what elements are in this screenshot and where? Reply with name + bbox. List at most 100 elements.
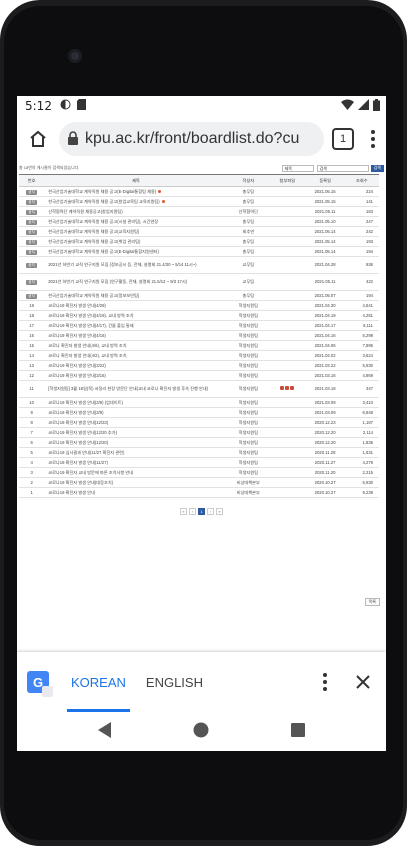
row-title-link[interactable]: 한국산업기술대학교 계약직원 채용 공고(취업 관리팀)	[48, 239, 140, 244]
row-title-link[interactable]: 코로나19 확진자 교내 방문에 따른 조치사항 안내	[48, 470, 133, 475]
notice-badge: 공지	[26, 229, 37, 235]
row-title-link[interactable]: 한국산업기술대학교 계약직원 채용 공고(E-Digital통합팀 채용)	[48, 189, 156, 194]
row-date: 2021.03.09	[305, 407, 345, 418]
pager-item[interactable]: ›	[207, 508, 214, 515]
row-title-link[interactable]: 코로나19 확진자 발생 안내(4/16)	[48, 333, 106, 338]
table-row[interactable]: 5 코로나19 심사결과 안내(11/27 확진자 관련) 학생지원팀 2020.11…	[19, 447, 379, 458]
notice-badge: 공지	[26, 249, 37, 255]
row-title-link[interactable]: 코로나19 확진자 발생 안내(3/16)	[48, 373, 106, 378]
table-row[interactable]: 11 [학생지원팀] 3월 18일(목) 서정리 현장 방문단 안내(교내 코로나…	[19, 380, 379, 398]
row-author: 산학협력단	[227, 206, 269, 217]
row-files	[268, 186, 306, 197]
row-number: 공지	[19, 226, 45, 237]
table-row[interactable]: 6 코로나19 확진자 발생 안내(12/20) 학생지원팀 2020.12.20 1,…	[19, 437, 379, 448]
table-row[interactable]: 공지 한국산업기술대학교 계약직원 채용 공고(창업교육팀 교육지원팀) 총무팀 20…	[19, 196, 379, 207]
row-title-link[interactable]: 코로나19 확진자 발생 안내(11/27)	[48, 460, 108, 465]
row-title-link[interactable]: 코로나19 확진자 발생 안내(3/9)	[48, 410, 103, 415]
table-row[interactable]: 3 코로나19 확진자 교내 방문에 따른 조치사항 안내 학생지원팀 2020.11…	[19, 467, 379, 478]
row-author: 학생지원팀	[227, 467, 269, 478]
row-views: 5,930	[344, 360, 379, 371]
search-select[interactable]: 제목	[281, 164, 314, 172]
row-views: 9,239	[344, 487, 379, 498]
table-row[interactable]: 공지 한국산업기술대학교 계약직원 채용 공고(E-Digital통합팀 채용) 총…	[19, 186, 379, 197]
home-nav-icon[interactable]	[193, 722, 209, 742]
lang-tab-korean[interactable]: KOREAN	[61, 652, 136, 712]
row-title-link[interactable]: 한국산업기술대학교 계약직원 채용 공고(시설 관리팀), 시간연장	[48, 219, 158, 224]
row-title-link[interactable]: 코로나 확진자 발생 안내(4/2), 교내 방역 조치	[48, 353, 126, 358]
more-vert-icon[interactable]	[366, 130, 380, 148]
row-title-link[interactable]: 코로나19 확진자 발생 안내(3/9) (업데이트)	[48, 400, 123, 405]
table-row[interactable]: 7 코로나19 확진자 발생 안내(12/20 추가) 학생지원팀 2020.12.2…	[19, 427, 379, 438]
table-row[interactable]: 공지 한국산업기술대학교 계약직원 채용 공고(취업 관리팀) 총무팀 2021.05…	[19, 236, 379, 247]
row-title-link[interactable]: 한국산업기술대학교 계약직원 채용 공고(창업교육팀 교육지원팀)	[48, 199, 159, 204]
table-row[interactable]: 18 코로나19 확진자 발생 안내(4/19), 교내 방역 조치 학생지원팀 20…	[19, 310, 379, 321]
row-title-link[interactable]: 코로나19 확진자 발생 안내(4/29)	[48, 303, 106, 308]
table-row[interactable]: 공지 2021년 하반기 교직 연구지원 모집 (연구활동, 전체, 설명회 21…	[19, 273, 379, 291]
row-date: 2020.11.27	[305, 457, 345, 468]
table-row[interactable]: 공지 2021년 하반기 교직 연구지원 모집 (정보공시 등, 전체, 설명회 …	[19, 256, 379, 274]
table-row[interactable]: 공지 한국산업기술대학교 계약직원 채용 공고(교육지원팀) 회추연 2021.05.…	[19, 226, 379, 237]
row-number: 2	[19, 477, 45, 488]
table-row[interactable]: 16 코로나19 확진자 발생 안내(4/16) 학생지원팀 2021.04.16 5,…	[19, 330, 379, 341]
lock-icon	[67, 130, 79, 149]
row-title-link[interactable]: 코로나19 확진자 발생 안내(4/19), 교내 방역 조치	[48, 313, 133, 318]
table-row[interactable]: 14 코로나 확진자 발생 안내(4/2), 교내 방역 조치 학생지원팀 2021.…	[19, 350, 379, 361]
table-row[interactable]: 2 코로나19 확진자 발생 안내(대응조치) 비상대책본부 2020.10.27 5,…	[19, 477, 379, 488]
table-row[interactable]: 17 코로나19 확진자 발생 안내(4/17), 건물 출입 통제 학생지원팀 20…	[19, 320, 379, 331]
row-title-link[interactable]: 산학협력단 계약직원 채용공고(창업지원팀)	[48, 209, 122, 214]
row-title-link[interactable]: 한국산업기술대학교 계약직원 채용 공고(E-Digital통합지원센터)	[48, 249, 159, 254]
search-button[interactable]: 검색	[370, 164, 384, 172]
row-title-link[interactable]: 2021년 하반기 교직 연구지원 모집 (정보공시 등, 전체, 설명회 21…	[48, 262, 196, 267]
row-title-link[interactable]: 코로나19 확진자 발생 안내	[48, 490, 95, 495]
pager-item[interactable]: »	[216, 508, 223, 515]
row-title-link[interactable]: 코로나19 확진자 발생 안내(3/22)	[48, 363, 106, 368]
attachment-icon[interactable]	[280, 386, 295, 391]
table-row[interactable]: 10 코로나19 확진자 발생 안내(3/9) (업데이트) 학생지원팀 2021.0…	[19, 397, 379, 408]
lang-tab-english[interactable]: ENGLISH	[136, 652, 213, 712]
pager-item[interactable]: ‹	[189, 508, 196, 515]
table-row[interactable]: 공지 한국산업기술대학교 계약직원 채용 공고(시설 관리팀), 시간연장 총무팀 2…	[19, 216, 379, 227]
search-input[interactable]: 검색	[316, 164, 369, 172]
row-views: 4,281	[344, 310, 379, 321]
tabs-button[interactable]: 1	[332, 128, 354, 150]
pager-item[interactable]: «	[180, 508, 187, 515]
table-row[interactable]: 15 코로나 확진자 발생 안내(4/6), 교내 방역 조치 학생지원팀 2021.…	[19, 340, 379, 351]
table-row[interactable]: 1 코로나19 확진자 발생 안내 비상대책본부 2020.10.27 9,239	[19, 487, 379, 498]
row-title-link[interactable]: 한국산업기술대학교 계약직원 채용 공고(교육지원팀)	[48, 229, 139, 234]
table-row[interactable]: 4 코로나19 확진자 발생 안내(11/27) 학생지원팀 2020.11.27 4,…	[19, 457, 379, 468]
back-icon[interactable]	[97, 721, 112, 742]
header-author: 작성자	[227, 174, 269, 187]
row-author: 학생지원팀	[227, 300, 269, 311]
table-row[interactable]: 13 코로나19 확진자 발생 안내(3/22) 학생지원팀 2021.03.22 5,…	[19, 360, 379, 371]
url-field[interactable]: kpu.ac.kr/front/boardlist.do?cu	[59, 122, 324, 156]
table-row[interactable]: 공지 산학협력단 계약직원 채용공고(창업지원팀) 산학협력단 2021.05.11 1…	[19, 206, 379, 217]
pager-item[interactable]: 1	[198, 508, 205, 515]
table-row[interactable]: 8 코로나19 확진자 발생 안내(12/23) 학생지원팀 2020.12.23 1,…	[19, 417, 379, 428]
row-title-link[interactable]: 코로나19 심사결과 안내(11/27 확진자 관련)	[48, 450, 124, 455]
recents-icon[interactable]	[291, 722, 306, 741]
row-title-link[interactable]: 코로나 확진자 발생 안내(4/6), 교내 방역 조치	[48, 343, 126, 348]
row-title-link[interactable]: 코로나19 확진자 발생 안내(12/20)	[48, 440, 108, 445]
row-author: 총무팀	[227, 290, 269, 301]
row-title-cell: 코로나19 확진자 발생 안내(11/27)	[44, 457, 228, 468]
row-title-link[interactable]: 코로나19 확진자 발생 안내(4/17), 건물 출입 통제	[48, 323, 133, 328]
row-title-link[interactable]: [학생지원팀] 3월 18일(목) 서정리 현장 방문단 안내(교내 코로나 확…	[48, 386, 208, 391]
table-row[interactable]: 공지 한국산업기술대학교 계약직원 채용 공고(E-Digital통합지원센터) 총…	[19, 246, 379, 257]
row-title-link[interactable]: 2021년 하반기 교직 연구지원 모집 (연구활동, 전체, 설명회 21.5…	[48, 279, 187, 284]
row-title-link[interactable]: 한국산업기술대학교 계약직원 채용 공고(정보보안팀)	[48, 293, 139, 298]
row-author: 학생지원팀	[227, 350, 269, 361]
row-title-link[interactable]: 코로나19 확진자 발생 안내(12/23)	[48, 420, 108, 425]
row-files	[268, 226, 306, 237]
close-icon[interactable]	[340, 674, 386, 690]
table-row[interactable]: 12 코로나19 확진자 발생 안내(3/16) 학생지원팀 2021.03.16 4,…	[19, 370, 379, 381]
row-date: 2020.11.28	[305, 447, 345, 458]
row-files	[268, 487, 306, 498]
table-row[interactable]: 공지 한국산업기술대학교 계약직원 채용 공고(정보보안팀) 총무팀 2021.05.…	[19, 290, 379, 301]
row-title-link[interactable]: 코로나19 확진자 발생 안내(대응조치)	[48, 480, 113, 485]
table-row[interactable]: 9 코로나19 확진자 발생 안내(3/9) 학생지원팀 2021.03.09 6,84…	[19, 407, 379, 418]
table-row[interactable]: 19 코로나19 확진자 발생 안내(4/29) 학생지원팀 2021.04.30 4,…	[19, 300, 379, 311]
translate-more-icon[interactable]	[310, 673, 340, 691]
list-button[interactable]: 목록	[364, 598, 380, 606]
home-icon[interactable]	[23, 124, 53, 154]
row-title-link[interactable]: 코로나19 확진자 발생 안내(12/20 추가)	[48, 430, 117, 435]
